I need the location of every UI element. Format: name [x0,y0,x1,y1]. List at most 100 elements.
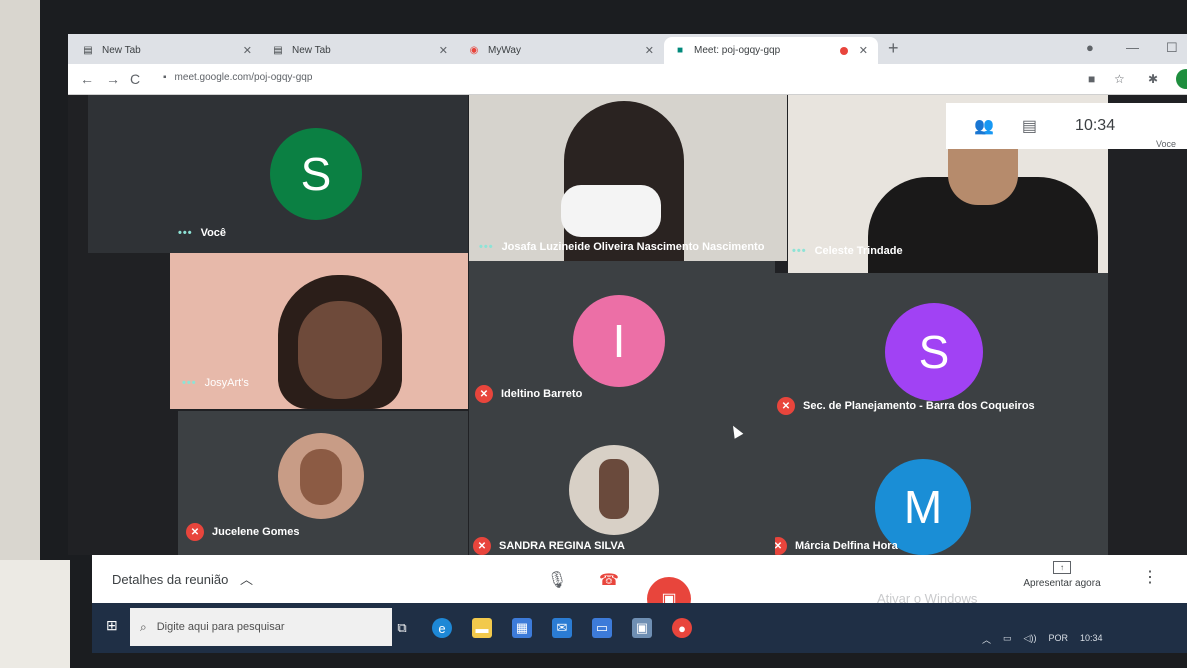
participant-name-label: Celeste Trindade [814,245,903,257]
participant-tile-sec-planejamento[interactable]: S ✕ Sec. de Planejamento - Barra dos Coq… [775,273,1108,423]
close-icon[interactable]: ✕ [859,44,868,57]
recording-indicator-icon [840,46,848,55]
network-icon[interactable]: ▭ [1003,633,1012,646]
profile-menu-icon[interactable]: ● [1086,40,1094,55]
tab-meet[interactable]: ■ Meet: poj-ogqy-gqp ✕ [664,37,878,64]
windows-start-icon[interactable]: ⊞ [106,617,118,634]
app-icon[interactable]: ▭ [592,618,612,638]
participant-name-label: Márcia Delfina Hora [795,540,898,552]
meeting-details-button[interactable]: Detalhes da reunião ︿ [112,569,253,588]
language-indicator[interactable]: POR [1048,633,1068,646]
task-view-icon[interactable]: ⧉ [392,618,412,638]
new-tab-button[interactable]: + [888,38,899,59]
meet-icon: ■ [676,45,684,56]
background-paper [0,560,70,668]
page-icon: ▤ [83,45,93,56]
participant-name-label: Jucelene Gomes [212,526,300,538]
participant-video [564,101,684,261]
participant-name: ✕ SANDRA REGINA SILVA [473,537,625,555]
url-field[interactable]: ▪ meet.google.com/poj-ogqy-gqp [163,72,312,83]
search-placeholder: Digite aqui para pesquisar [156,621,285,633]
participant-tile-you[interactable]: S ••• Você [88,95,468,253]
participant-name: ••• Josafa Luzineide Oliveira Nascimento… [479,241,764,253]
present-now-button[interactable]: ↑ Apresentar agora [1012,561,1112,589]
speaking-dots-icon: ••• [178,227,193,239]
participant-name: ✕ Sec. de Planejamento - Barra dos Coque… [777,397,1035,415]
hang-up-button[interactable]: ☎ [592,563,626,597]
close-icon[interactable]: ✕ [645,44,654,57]
address-bar: ← → C ▪ meet.google.com/poj-ogqy-gqp ■ ☆ … [68,64,1187,95]
participant-tile-jucelene[interactable]: ✕ Jucelene Gomes [178,411,468,555]
maximize-icon[interactable]: ☐ [1166,40,1178,56]
lock-icon: ▪ [163,72,167,83]
participant-name: ✕ Márcia Delfina Hora [775,537,898,555]
taskbar-clock[interactable]: 10:34 [1080,633,1103,646]
tab-title: New Tab [102,45,141,56]
close-icon[interactable]: ✕ [439,44,448,57]
edge-icon[interactable]: e [432,618,452,638]
present-icon: ↑ [1053,561,1071,574]
windows-taskbar: ⊞ ⌕ Digite aqui para pesquisar ⧉ e ▬ ▦ ✉… [92,603,1187,653]
people-icon[interactable]: 👥 [974,116,994,136]
participant-name-label: Você [200,227,227,239]
chevron-up-icon[interactable]: ︿ [982,633,991,646]
avatar[interactable] [1176,69,1187,89]
chevron-up-icon: ︿ [239,572,253,587]
camera-icon[interactable]: ■ [1088,72,1095,86]
tab-strip: ▤ New Tab ✕ ▤ New Tab ✕ ◉ MyWay ✕ ■ Meet… [68,34,1187,64]
back-icon[interactable]: ← [80,71,94,87]
mic-off-icon: ✕ [186,523,204,541]
volume-icon[interactable]: ◁)) [1024,633,1037,646]
avatar [278,433,364,519]
face-mask [561,185,661,237]
mic-off-icon: ✕ [473,537,491,555]
tab-title: New Tab [292,45,331,56]
page-icon: ▤ [273,45,283,56]
mic-off-icon: ✕ [475,385,493,403]
participant-name-label: Sec. de Planejamento - Barra dos Coqueir… [803,400,1035,412]
forward-icon[interactable]: → [106,71,120,87]
app-icon[interactable]: ▣ [632,618,652,638]
participant-name-label: JosyArt's [204,377,249,389]
participant-tile-sandra[interactable]: ✕ SANDRA REGINA SILVA [469,411,775,555]
chat-icon[interactable]: ▤ [1022,116,1037,136]
meeting-controls-bar: Detalhes da reunião ︿ 🎙 ☎ ▣ Ativar o Win… [92,555,1187,621]
store-icon[interactable]: ▦ [512,618,532,638]
microphone-button[interactable]: 🎙 [540,563,574,597]
avatar: I [573,295,665,387]
participant-name: ••• Você [178,227,226,239]
close-icon[interactable]: ✕ [243,44,252,57]
tab-title: Meet: poj-ogqy-gqp [694,45,781,56]
participant-tile-video[interactable]: ••• Josafa Luzineide Oliveira Nascimento… [469,95,787,261]
mic-off-icon: ✕ [777,397,795,415]
avatar: S [270,128,362,220]
reload-icon[interactable]: C [130,71,140,87]
url-text: meet.google.com/poj-ogqy-gqp [174,72,313,83]
speaking-dots-icon: ••• [479,241,494,253]
participant-tile-video[interactable]: ••• JosyArt's [170,253,468,409]
file-explorer-icon[interactable]: ▬ [472,618,492,638]
tab-new-tab-1[interactable]: ▤ New Tab ✕ [72,37,262,64]
participant-name: ••• JosyArt's [182,377,249,389]
chrome-icon[interactable]: ● [672,618,692,638]
star-icon[interactable]: ☆ [1114,72,1125,86]
meeting-details-label: Detalhes da reunião [112,572,229,587]
speaking-dots-icon: ••• [182,377,197,389]
minimize-icon[interactable]: — [1126,40,1139,55]
tab-myway[interactable]: ◉ MyWay ✕ [458,37,664,64]
participant-name: ✕ Jucelene Gomes [186,523,299,541]
participant-name-label: SANDRA REGINA SILVA [499,540,625,552]
meeting-clock: 10:34 [1075,117,1116,134]
taskbar-search-input[interactable]: ⌕ Digite aqui para pesquisar [130,608,392,646]
mic-off-icon: ✕ [775,537,787,555]
myway-icon: ◉ [469,45,479,56]
avatar: S [885,303,983,401]
participant-tile-marcia[interactable]: M ✕ Márcia Delfina Hora [775,423,1108,555]
participant-tile-ideltino[interactable]: I ✕ Ideltino Barreto [469,261,775,411]
mail-icon[interactable]: ✉ [552,618,572,638]
extensions-icon[interactable]: ✱ [1148,72,1158,86]
participant-name: ✕ Ideltino Barreto [475,385,582,403]
more-options-icon[interactable]: ⋮ [1142,567,1158,587]
participant-name-label: Josafa Luzineide Oliveira Nascimento Nas… [501,241,765,253]
tab-new-tab-2[interactable]: ▤ New Tab ✕ [262,37,458,64]
